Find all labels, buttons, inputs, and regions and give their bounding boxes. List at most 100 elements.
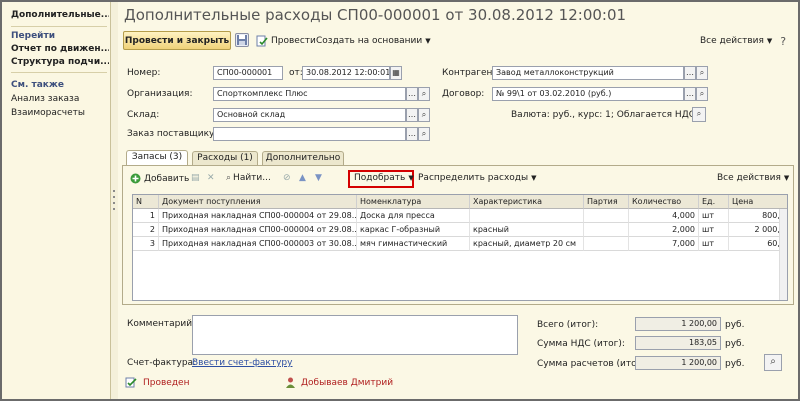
column-header-quantity[interactable]: Количество — [629, 195, 699, 209]
table-cell[interactable]: шт — [699, 209, 729, 223]
table-scrollbar[interactable] — [779, 209, 787, 300]
tab-expenses[interactable]: Расходы (1) — [192, 151, 258, 165]
move-up-icon[interactable]: ▲ — [299, 173, 306, 183]
settlement-currency: руб. — [725, 359, 745, 369]
warehouse-label: Склад: — [127, 110, 160, 120]
window-title: Дополнительные расходы СП00-000001 от 30… — [124, 6, 627, 24]
table-cell[interactable]: красный, диаметр 20 см — [470, 237, 584, 251]
distribute-expenses-button[interactable]: Распределить расходы ▼ — [418, 173, 537, 183]
save-icon[interactable] — [235, 33, 249, 47]
number-label: Номер: — [127, 68, 161, 78]
stocks-table[interactable]: N Документ поступления Номенклатура Хара… — [132, 194, 788, 301]
table-cell[interactable] — [584, 209, 629, 223]
contract-select-button[interactable]: … — [684, 87, 696, 101]
see-also-title: См. также — [11, 80, 64, 90]
sidebar-item-order-analysis[interactable]: Анализ заказа — [11, 94, 109, 104]
find-button[interactable]: ⌕ Найти... — [226, 173, 271, 183]
supplier-order-open-icon[interactable]: ⌕ — [418, 127, 430, 141]
vat-currency: руб. — [725, 339, 745, 349]
table-cell[interactable]: 2,000 — [629, 223, 699, 237]
all-actions-label: Все действия — [700, 36, 764, 46]
move-down-icon[interactable]: ▼ — [315, 173, 322, 183]
post-and-close-button[interactable]: Провести и закрыть — [123, 31, 231, 50]
search-icon: ⌕ — [226, 173, 232, 183]
vat-label: Сумма НДС (итог): — [537, 339, 625, 349]
table-cell[interactable]: шт — [699, 237, 729, 251]
supplier-order-select-button[interactable]: … — [406, 127, 418, 141]
column-header-document[interactable]: Документ поступления — [159, 195, 357, 209]
cancel-search-icon[interactable]: ⊘ — [283, 173, 291, 183]
warehouse-open-icon[interactable]: ⌕ — [418, 108, 430, 122]
select-items-button[interactable]: Подобрать ▼ — [354, 173, 414, 183]
table-cell[interactable] — [584, 223, 629, 237]
table-cell[interactable]: Приходная накладная СП00-000004 от 29.08… — [159, 209, 357, 223]
warehouse-field[interactable]: Основной склад — [213, 108, 406, 122]
author-info[interactable]: Добываев Дмитрий — [286, 377, 393, 388]
currency-settings-icon[interactable]: ⌕ — [692, 107, 706, 122]
column-header-nomenclature[interactable]: Номенклатура — [357, 195, 470, 209]
warehouse-select-button[interactable]: … — [406, 108, 418, 122]
organization-select-button[interactable]: … — [406, 87, 418, 101]
date-field[interactable]: 30.08.2012 12:00:01 — [302, 66, 390, 80]
sidebar-divider — [11, 26, 107, 27]
comment-field[interactable] — [192, 315, 518, 355]
post-button[interactable]: Провести — [256, 32, 316, 50]
invoice-label: Счет-фактура: — [127, 358, 197, 368]
document-form: Дополнительные расходы СП00-000001 от 30… — [118, 2, 798, 399]
contract-field[interactable]: № 99\1 от 03.02.2010 (руб.) — [492, 87, 684, 101]
sidebar-divider — [11, 72, 107, 73]
table-cell[interactable]: мяч гимнастический — [357, 237, 470, 251]
contractor-field[interactable]: Завод металлоконструкций — [492, 66, 684, 80]
number-field[interactable]: СП00-000001 — [213, 66, 283, 80]
organization-field[interactable]: Спорткомплекс Плюс — [213, 87, 406, 101]
contractor-open-icon[interactable]: ⌕ — [696, 66, 708, 80]
tab-additional[interactable]: Дополнительно — [262, 151, 344, 165]
enter-invoice-link[interactable]: Ввести счет-фактуру — [192, 358, 292, 368]
table-cell[interactable] — [584, 237, 629, 251]
help-icon[interactable]: ? — [780, 35, 786, 48]
column-header-unit[interactable]: Ед. — [699, 195, 729, 209]
delete-icon[interactable]: ✕ — [207, 173, 215, 183]
table-cell[interactable] — [470, 209, 584, 223]
table-cell[interactable]: Приходная накладная СП00-000004 от 29.08… — [159, 223, 357, 237]
supplier-order-field[interactable] — [213, 127, 406, 141]
table-cell[interactable]: шт — [699, 223, 729, 237]
column-header-price[interactable]: Цена — [729, 195, 787, 209]
posted-status[interactable]: Проведен — [125, 377, 189, 388]
all-actions-button[interactable]: Все действия ▼ ? — [700, 32, 786, 50]
column-header-characteristic[interactable]: Характеристика — [470, 195, 584, 209]
add-row-button[interactable]: Добавить — [130, 173, 189, 184]
table-cell[interactable]: Приходная накладная СП00-000003 от 30.08… — [159, 237, 357, 251]
find-label: Найти... — [233, 173, 271, 183]
contract-open-icon[interactable]: ⌕ — [696, 87, 708, 101]
tab-stocks[interactable]: Запасы (3) — [126, 150, 188, 165]
table-all-actions-label: Все действия — [717, 173, 781, 183]
column-header-batch[interactable]: Партия — [584, 195, 629, 209]
sidebar-item-settlements[interactable]: Взаиморасчеты — [11, 108, 109, 118]
copy-icon[interactable]: ▤ — [191, 173, 200, 183]
sidebar-item-movement-report[interactable]: Отчет по движен... — [11, 44, 109, 54]
stocks-panel: Добавить ▤ ✕ ⌕ Найти... ⊘ ▲ ▼ Подобрать … — [122, 165, 794, 305]
search-icon[interactable]: ⌕ — [764, 354, 782, 371]
table-cell[interactable]: 7,000 — [629, 237, 699, 251]
contractor-select-button[interactable]: … — [684, 66, 696, 80]
table-cell[interactable]: красный — [470, 223, 584, 237]
create-based-on-button[interactable]: Создать на основании ▼ — [316, 32, 431, 50]
posted-label: Проведен — [143, 377, 190, 388]
author-label: Добываев Дмитрий — [301, 377, 394, 388]
table-cell[interactable]: каркас Г-образный — [357, 223, 470, 237]
table-cell[interactable]: 4,000 — [629, 209, 699, 223]
sidebar-splitter[interactable] — [111, 2, 118, 399]
sidebar-header[interactable]: Дополнительные... — [11, 10, 109, 20]
table-all-actions-button[interactable]: Все действия ▼ — [717, 173, 789, 183]
chevron-down-icon: ▼ — [531, 174, 537, 182]
calendar-icon[interactable]: ▦ — [390, 66, 402, 80]
table-cell[interactable]: Доска для пресса — [357, 209, 470, 223]
chevron-down-icon: ▼ — [425, 37, 431, 45]
posted-icon — [125, 377, 137, 388]
column-header-n[interactable]: N — [133, 195, 159, 209]
sidebar-item-structure[interactable]: Структура подчи... — [11, 57, 109, 67]
create-based-label: Создать на основании — [316, 36, 423, 46]
organization-open-icon[interactable]: ⌕ — [418, 87, 430, 101]
currency-info: Валюта: руб., курс: 1; Облагается НДС — [511, 110, 696, 120]
